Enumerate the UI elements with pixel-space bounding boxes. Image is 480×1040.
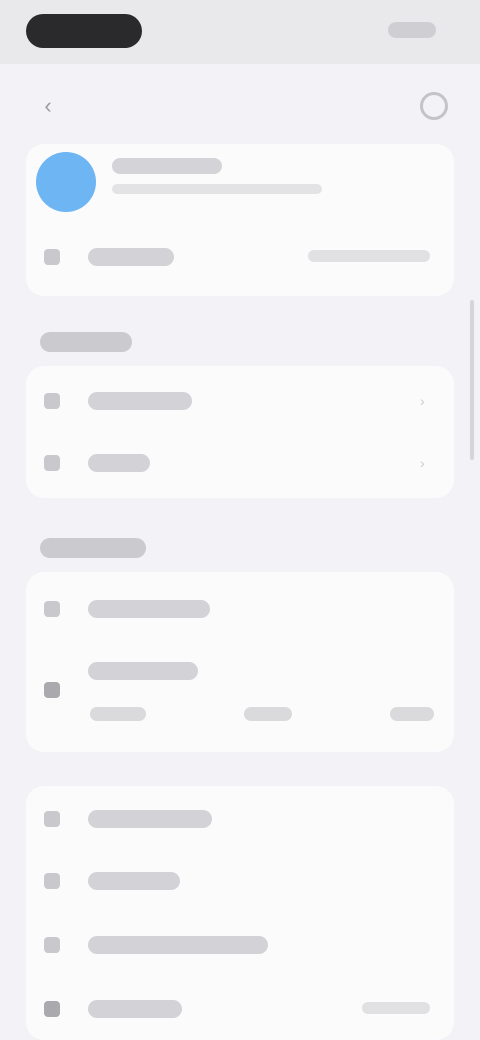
- settings-group: [26, 572, 454, 752]
- navigation-bar: ‹: [0, 64, 480, 144]
- status-indicators: [388, 22, 436, 38]
- row-label: [88, 392, 192, 410]
- row-icon: [44, 682, 60, 698]
- row-label: [88, 1000, 182, 1018]
- settings-row[interactable]: ›: [26, 432, 454, 494]
- row-label: [88, 810, 212, 828]
- profile-subtitle: [112, 184, 322, 194]
- row-icon: [44, 601, 60, 617]
- chevron-left-icon: ‹: [44, 93, 52, 118]
- segmented-control[interactable]: [90, 696, 434, 732]
- segment-option[interactable]: [390, 707, 434, 721]
- chevron-right-icon: ›: [420, 393, 425, 409]
- row-icon: [44, 455, 60, 471]
- chevron-right-icon: ›: [420, 455, 425, 471]
- row-label: [88, 872, 180, 890]
- section-header: [40, 538, 146, 558]
- row-icon: [44, 811, 60, 827]
- segment-option[interactable]: [90, 707, 146, 721]
- row-label: [88, 936, 268, 954]
- row-label: [88, 454, 150, 472]
- row-icon: [44, 393, 60, 409]
- settings-row[interactable]: [26, 578, 454, 640]
- segment-option[interactable]: [244, 707, 292, 721]
- search-icon[interactable]: [420, 92, 448, 120]
- row-icon: [44, 873, 60, 889]
- row-label: [88, 662, 198, 680]
- settings-row[interactable]: ›: [26, 370, 454, 432]
- status-bar: [0, 0, 480, 64]
- avatar[interactable]: [36, 152, 96, 212]
- settings-row-segmented: [26, 640, 454, 750]
- row-label: [88, 248, 174, 266]
- scrollbar[interactable]: [470, 300, 474, 460]
- settings-group: [26, 786, 454, 1040]
- profile-row[interactable]: [26, 226, 454, 288]
- row-value: [362, 1002, 430, 1014]
- section-header: [40, 332, 132, 352]
- settings-row[interactable]: [26, 788, 454, 850]
- row-icon: [44, 249, 60, 265]
- status-time-pill: [26, 14, 142, 48]
- profile-card[interactable]: [26, 144, 454, 296]
- settings-row[interactable]: [26, 978, 454, 1040]
- back-button[interactable]: ‹: [34, 92, 62, 120]
- row-icon: [44, 937, 60, 953]
- row-icon: [44, 1001, 60, 1017]
- settings-group: › ›: [26, 366, 454, 498]
- row-label: [88, 600, 210, 618]
- profile-name: [112, 158, 222, 174]
- settings-row[interactable]: [26, 914, 454, 976]
- settings-row[interactable]: [26, 850, 454, 912]
- row-value: [308, 250, 430, 262]
